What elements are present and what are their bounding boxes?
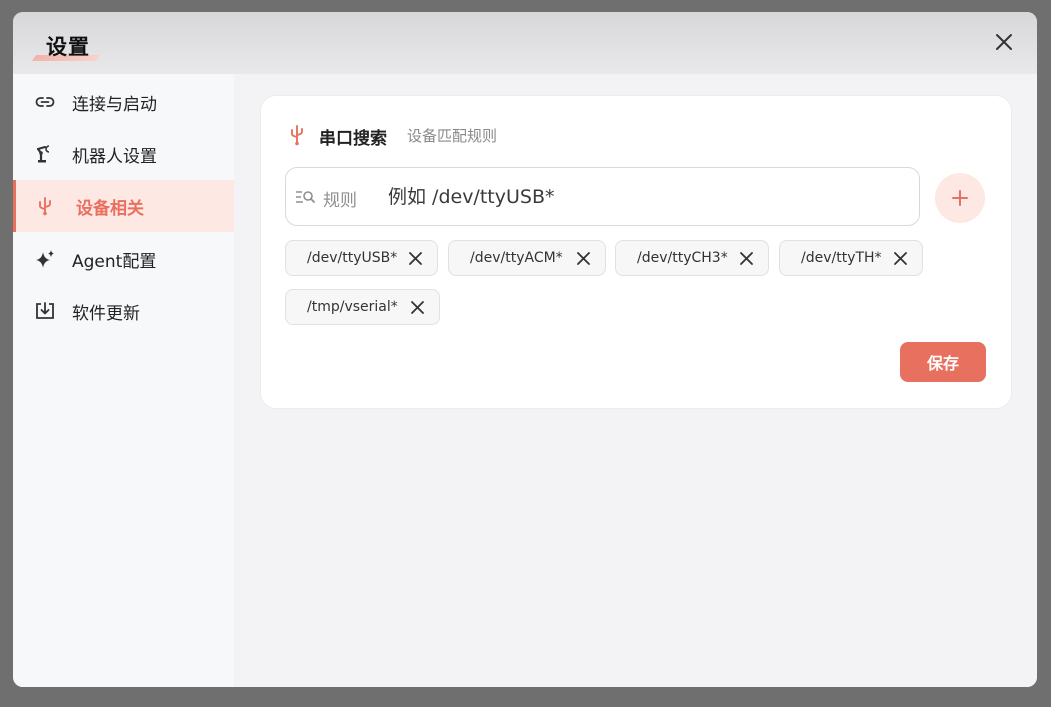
sidebar-item-agent[interactable]: Agent配置 — [13, 233, 234, 285]
rule-tag-text: /tmp/vserial* — [307, 299, 398, 315]
download-icon — [36, 302, 54, 319]
settings-dialog: 设置 连接与启动 机器人设置 设备相关 Agent配置 软件更新 串口搜索 设备… — [13, 12, 1037, 687]
usb-icon — [39, 197, 51, 216]
remove-tag-icon[interactable] — [893, 251, 908, 266]
dialog-header: 设置 — [13, 12, 1037, 74]
card-title: 串口搜索 — [319, 129, 387, 149]
rule-tag-text: /dev/ttyTH* — [801, 250, 882, 266]
sidebar: 连接与启动 机器人设置 设备相关 Agent配置 软件更新 — [13, 74, 234, 687]
rule-tag-text: /dev/ttyCH3* — [637, 250, 728, 266]
rule-input-box: 规则 — [285, 167, 920, 226]
filter-search-icon — [296, 191, 315, 203]
sidebar-item-label: Agent配置 — [72, 251, 157, 272]
main-content: 串口搜索 设备匹配规则 规则 /dev/ttyUSB* — [234, 74, 1037, 687]
sparkle-icon — [36, 250, 54, 268]
sidebar-item-label: 设备相关 — [76, 198, 144, 219]
remove-tag-icon[interactable] — [576, 251, 591, 266]
rule-tag-text: /dev/ttyACM* — [470, 250, 563, 266]
remove-tag-icon[interactable] — [739, 251, 754, 266]
remove-tag-icon[interactable] — [410, 300, 425, 315]
robot-arm-icon — [36, 145, 50, 163]
usb-icon — [291, 125, 303, 146]
sidebar-item-label: 机器人设置 — [72, 146, 157, 167]
sidebar-item-update[interactable]: 软件更新 — [13, 285, 234, 337]
rule-input[interactable] — [386, 180, 910, 214]
rule-tag: /dev/ttyACM* — [448, 240, 606, 276]
sidebar-item-connection[interactable]: 连接与启动 — [13, 76, 234, 128]
sidebar-item-label: 连接与启动 — [72, 94, 157, 115]
sidebar-item-device[interactable]: 设备相关 — [13, 180, 234, 232]
sidebar-item-label: 软件更新 — [72, 303, 140, 324]
rule-tag: /dev/ttyTH* — [779, 240, 923, 276]
rule-tag-text: /dev/ttyUSB* — [307, 250, 398, 266]
link-icon — [35, 97, 55, 107]
close-icon[interactable] — [993, 31, 1015, 53]
rule-tag: /dev/ttyCH3* — [615, 240, 769, 276]
rule-input-label: 规则 — [323, 191, 357, 211]
sidebar-item-robot[interactable]: 机器人设置 — [13, 128, 234, 180]
save-button[interactable]: 保存 — [900, 342, 986, 382]
remove-tag-icon[interactable] — [408, 251, 423, 266]
serial-search-card: 串口搜索 设备匹配规则 规则 /dev/ttyUSB* — [260, 95, 1012, 409]
dialog-title: 设置 — [46, 35, 90, 59]
plus-icon — [952, 190, 968, 206]
card-subtitle: 设备匹配规则 — [407, 127, 498, 145]
rule-tag: /tmp/vserial* — [285, 289, 440, 325]
rule-tag: /dev/ttyUSB* — [285, 240, 438, 276]
add-rule-button[interactable] — [935, 173, 985, 223]
